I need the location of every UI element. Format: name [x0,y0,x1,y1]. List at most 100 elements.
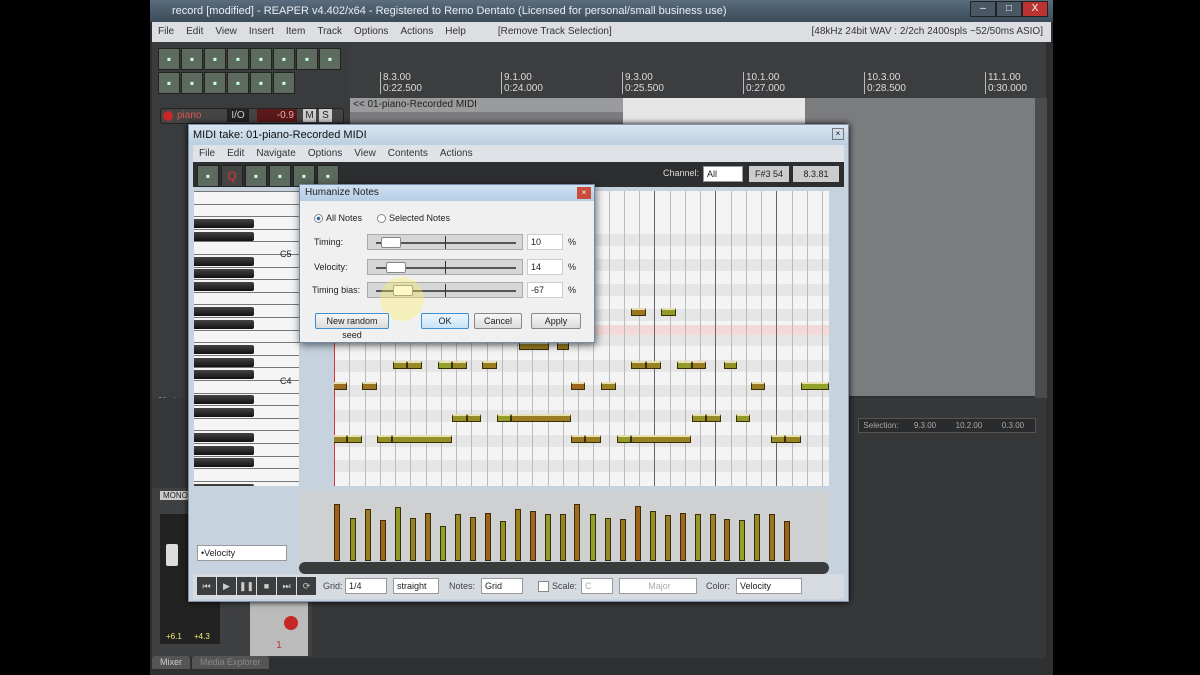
minimize-button[interactable]: – [970,1,996,17]
track-name[interactable]: piano [177,110,201,121]
remove-track-selection[interactable]: [Remove Track Selection] [492,22,618,42]
record-arm-icon[interactable] [163,111,173,121]
maximize-button[interactable]: □ [996,1,1022,17]
midi-note[interactable] [661,308,676,316]
white-key[interactable] [194,455,299,457]
black-key[interactable] [194,282,254,291]
lane-select[interactable]: •Velocity [197,545,287,561]
piano-keyboard[interactable]: C5 C4 [194,191,299,486]
redo-icon[interactable]: ▪ [273,48,295,70]
selection-length[interactable]: 0.3.00 [991,419,1035,432]
midi-note[interactable] [392,435,452,443]
stop-button[interactable]: ■ [257,577,276,595]
timing-bias-input[interactable]: -67 [527,282,563,298]
menu-file[interactable]: File [152,22,180,42]
undo-icon[interactable]: ▪ [250,48,272,70]
velocity-bar[interactable] [440,526,446,561]
velocity-bar[interactable] [410,517,416,561]
midi-note[interactable] [571,435,585,443]
velocity-bar[interactable] [425,513,431,561]
new-random-seed-button[interactable]: New random seed [315,313,389,340]
velocity-bar[interactable] [334,503,340,561]
new-project-icon[interactable]: ▪ [158,48,180,70]
white-key[interactable] [194,443,299,444]
white-key[interactable] [194,304,299,306]
midi-menu-actions[interactable]: Actions [434,145,479,162]
midi-note[interactable] [631,435,691,443]
black-key[interactable] [194,483,254,486]
white-key[interactable] [194,405,299,407]
velocity-bar[interactable] [350,517,356,561]
record-arm-icon[interactable] [284,616,298,630]
snap-icon[interactable]: ▪ [227,72,249,94]
midi-note[interactable] [736,414,750,422]
midi-note[interactable] [362,382,377,390]
color-select[interactable]: Velocity [736,578,802,594]
velocity-lane[interactable] [299,491,829,561]
cancel-button[interactable]: Cancel [474,313,522,329]
white-key[interactable] [194,342,299,344]
black-key[interactable] [194,458,254,468]
midi-note[interactable] [692,414,706,422]
midi-note[interactable] [706,414,721,422]
black-key[interactable] [194,370,254,380]
metronome-icon[interactable]: ▪ [296,48,318,70]
white-key[interactable] [194,228,299,230]
open-icon[interactable]: ▪ [181,48,203,70]
velocity-bar[interactable] [574,503,580,561]
black-key[interactable] [194,433,254,443]
timeline-ruler[interactable]: 8.3.00 0:22.500 9.1.00 0:24.000 9.3.00 0:25.5… [350,42,1046,98]
midi-note[interactable] [452,361,467,369]
grid-select[interactable]: 1/4 [345,578,387,594]
midi-note[interactable] [631,308,646,316]
velocity-bar[interactable] [605,517,611,561]
midi-note[interactable] [692,361,706,369]
velocity-input[interactable]: 14 [527,259,563,275]
velocity-bar[interactable] [545,514,551,561]
velocity-bar[interactable] [635,506,641,561]
white-key[interactable] [194,216,299,218]
white-key[interactable] [194,279,299,281]
white-key[interactable] [194,392,299,394]
velocity-bar[interactable] [560,514,566,561]
midi-note[interactable] [438,361,452,369]
midi-note[interactable] [519,342,549,350]
midi-note[interactable] [631,361,646,369]
play-button[interactable]: ▶ [217,577,236,595]
midi-palette-icon[interactable]: ▪ [197,165,219,187]
velocity-bar[interactable] [485,513,491,561]
midi-menu-options[interactable]: Options [302,145,348,162]
midi-note[interactable] [617,435,631,443]
grid-type-select[interactable]: straight [393,578,439,594]
midi-note[interactable] [785,435,801,443]
go-end-button[interactable]: ⏭ [277,577,296,595]
scale-type-select[interactable]: Major [619,578,697,594]
midi-note[interactable] [377,435,392,443]
midi-note[interactable] [585,435,601,443]
io-button[interactable]: I/O [227,109,249,122]
black-key[interactable] [194,307,254,317]
white-key[interactable] [194,480,299,482]
menu-options[interactable]: Options [348,22,394,42]
select-icon[interactable]: ▪ [319,48,341,70]
midi-menu-file[interactable]: File [193,145,221,162]
white-key[interactable] [194,191,299,192]
velocity-bar[interactable] [365,509,371,561]
midi-item[interactable]: << 01-piano-Recorded MIDI [350,98,623,112]
apply-button[interactable]: Apply [531,313,581,329]
midi-note[interactable] [334,435,347,443]
white-key[interactable] [194,329,299,331]
mono-button[interactable]: MONO [160,491,191,500]
black-key[interactable] [194,219,254,228]
midi-note[interactable] [452,414,467,422]
arrange-scrollbar[interactable] [1035,98,1047,398]
timing-input[interactable]: 10 [527,234,563,250]
velocity-bar[interactable] [380,520,386,561]
velocity-bar[interactable] [530,511,536,561]
save-icon[interactable]: ▪ [204,48,226,70]
loop-button[interactable]: ⟳ [297,577,316,595]
black-key[interactable] [194,319,254,329]
velocity-bar[interactable] [724,519,730,561]
envelope-icon[interactable]: ▪ [204,72,226,94]
white-key[interactable] [194,354,299,356]
